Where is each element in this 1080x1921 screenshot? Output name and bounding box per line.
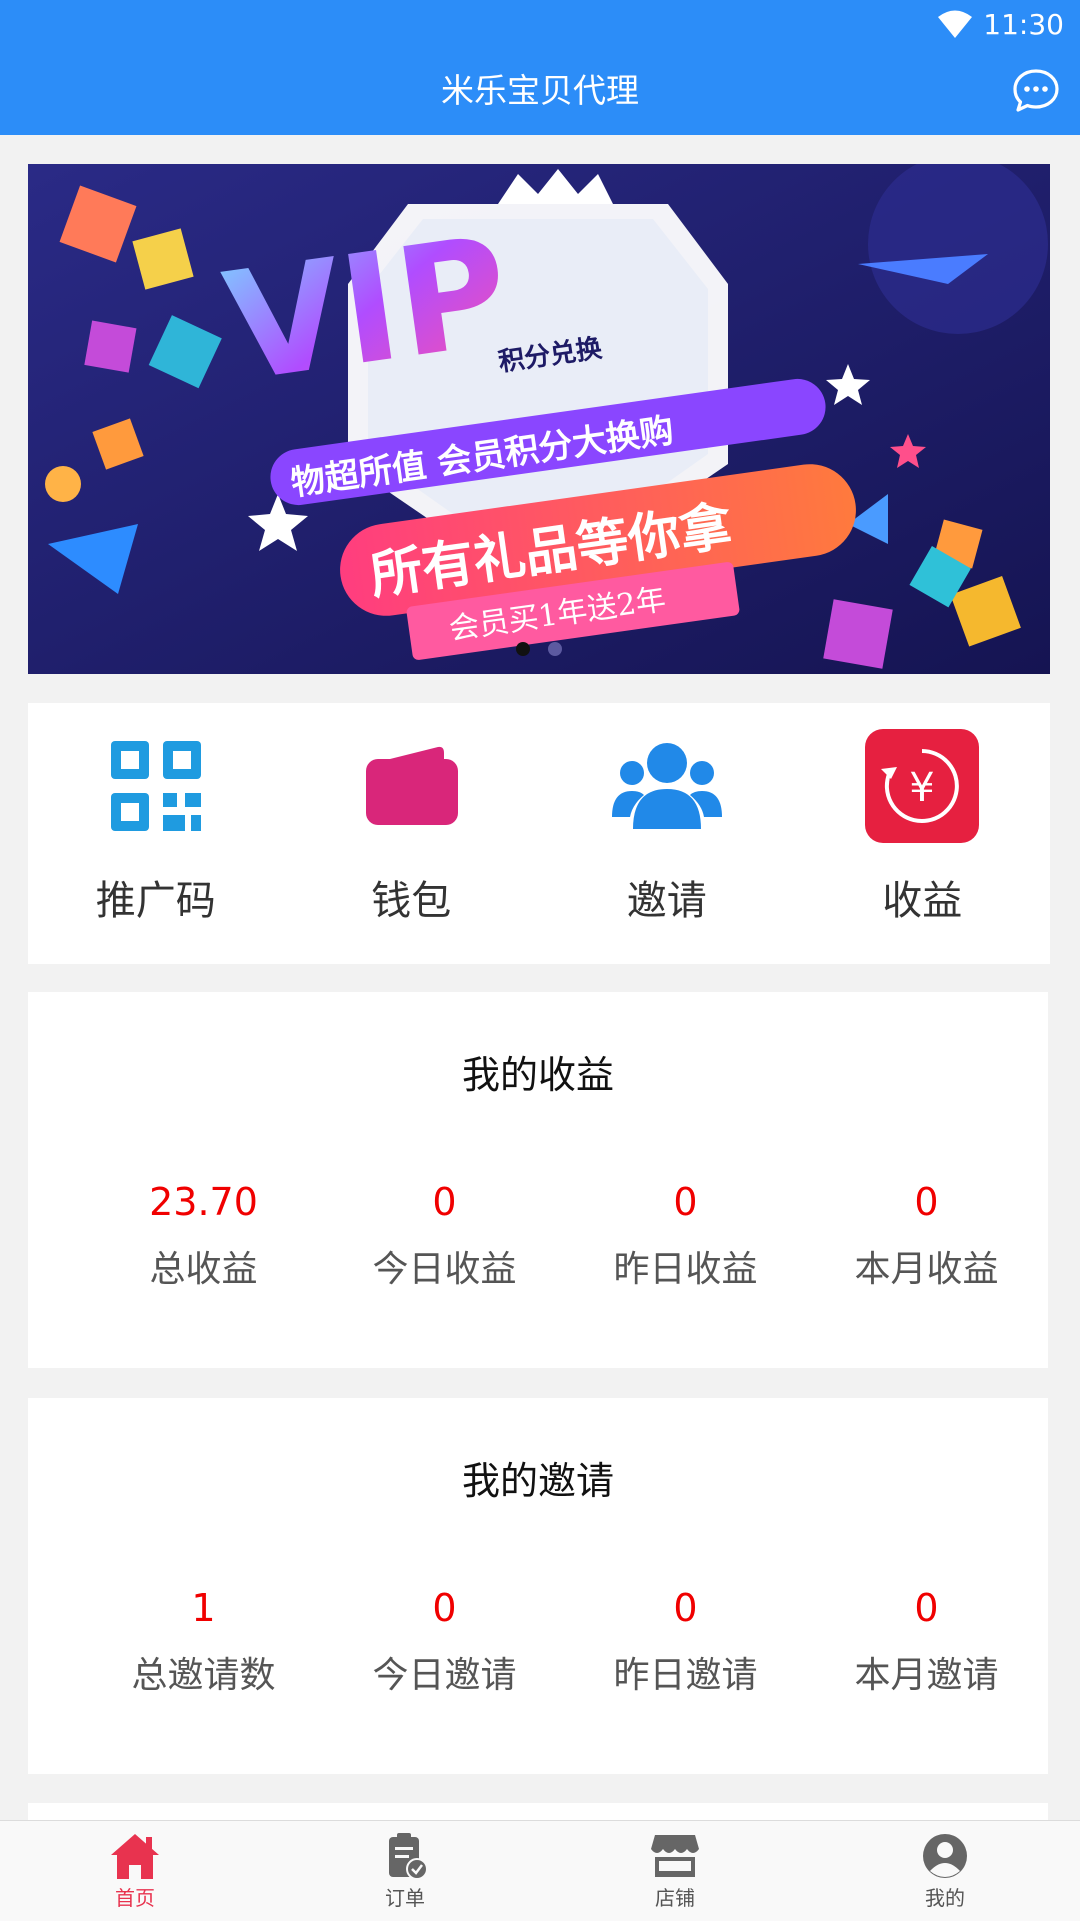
yen-exchange-icon: ¥ (865, 729, 980, 843)
stat-yesterday-earnings[interactable]: 0 昨日收益 (565, 1177, 806, 1295)
nav-item-profile[interactable]: 我的 (810, 1821, 1080, 1921)
stat-label: 今日收益 (372, 1249, 517, 1290)
stat-label: 本月收益 (854, 1249, 999, 1290)
qr-code-icon (110, 741, 201, 831)
stat-today-invites[interactable]: 0 今日邀请 (324, 1583, 565, 1701)
stat-total-invites[interactable]: 1 总邀请数 (83, 1583, 324, 1701)
quick-action-label: 钱包 (371, 878, 452, 924)
quick-action-label: 收益 (882, 878, 963, 924)
quick-action-earnings[interactable]: ¥ 收益 (795, 703, 1051, 964)
nav-label: 店铺 (655, 1886, 695, 1910)
stat-value: 23.70 (149, 1180, 258, 1224)
promo-banner[interactable]: VIP 积分兑换 物超所值 会员积分大换购 所有礼品等你拿 会员买1年送2年 (28, 164, 1050, 674)
stat-total-earnings[interactable]: 23.70 总收益 (83, 1177, 324, 1295)
stat-value: 0 (914, 1180, 939, 1224)
clipboard-check-icon (389, 1833, 428, 1880)
quick-action-promo-code[interactable]: 推广码 (28, 703, 284, 964)
stat-value: 1 (191, 1586, 216, 1630)
quick-actions: 推广码 钱包 邀请 ¥ 收益 (28, 703, 1050, 964)
app-header: 11:30 米乐宝贝代理 (0, 0, 1080, 135)
nav-item-store[interactable]: 店铺 (540, 1821, 810, 1921)
wallet-icon (366, 746, 459, 825)
status-bar: 11:30 (937, 8, 1064, 42)
stat-value: 0 (673, 1180, 698, 1224)
nav-item-orders[interactable]: 订单 (270, 1821, 540, 1921)
quick-action-label: 推广码 (95, 878, 216, 924)
users-icon (611, 743, 722, 829)
invites-title: 我的邀请 (461, 1459, 614, 1503)
status-time: 11:30 (983, 8, 1064, 41)
nav-item-home[interactable]: 首页 (0, 1821, 270, 1921)
quick-action-label: 邀请 (626, 878, 707, 924)
stat-value: 0 (432, 1586, 457, 1630)
store-icon (651, 1835, 699, 1877)
stat-yesterday-invites[interactable]: 0 昨日邀请 (565, 1583, 806, 1701)
pagination-dot[interactable] (548, 642, 562, 656)
stat-label: 总收益 (149, 1249, 258, 1290)
quick-action-invite[interactable]: 邀请 (539, 703, 795, 964)
stat-label: 昨日收益 (613, 1249, 758, 1290)
nav-label: 订单 (385, 1886, 425, 1910)
stat-value: 0 (914, 1586, 939, 1630)
home-icon (111, 1834, 159, 1879)
nav-label: 首页 (115, 1886, 155, 1910)
invites-card: 我的邀请 1 总邀请数 0 今日邀请 0 昨日邀请 0 本月邀请 (28, 1398, 1048, 1774)
earnings-title: 我的收益 (461, 1053, 614, 1097)
invites-stats: 1 总邀请数 0 今日邀请 0 昨日邀请 0 本月邀请 (83, 1583, 1047, 1701)
svg-text:¥: ¥ (910, 765, 935, 811)
stat-value: 0 (673, 1586, 698, 1630)
earnings-stats: 23.70 总收益 0 今日收益 0 昨日收益 0 本月收益 (83, 1177, 1047, 1295)
stat-label: 今日邀请 (372, 1655, 517, 1696)
chat-icon[interactable] (1012, 68, 1060, 114)
nav-label: 我的 (925, 1886, 965, 1910)
banner-artwork: VIP 积分兑换 物超所值 会员积分大换购 所有礼品等你拿 会员买1年送2年 (28, 164, 1050, 674)
wifi-icon (938, 10, 973, 38)
quick-action-wallet[interactable]: 钱包 (284, 703, 540, 964)
page-title: 米乐宝贝代理 (441, 71, 639, 110)
banner-pagination (28, 642, 1050, 656)
bottom-nav: 首页 订单 店铺 我的 (0, 1820, 1080, 1921)
stat-today-earnings[interactable]: 0 今日收益 (324, 1177, 565, 1295)
stat-month-invites[interactable]: 0 本月邀请 (806, 1583, 1047, 1701)
stat-month-earnings[interactable]: 0 本月收益 (806, 1177, 1047, 1295)
stat-label: 本月邀请 (854, 1655, 999, 1696)
stat-label: 总邀请数 (131, 1655, 276, 1696)
stat-value: 0 (432, 1180, 457, 1224)
user-circle-icon (923, 1834, 967, 1878)
pagination-dot-active[interactable] (516, 642, 530, 656)
stat-label: 昨日邀请 (613, 1655, 758, 1696)
earnings-card: 我的收益 23.70 总收益 0 今日收益 0 昨日收益 0 本月收益 (28, 992, 1048, 1368)
